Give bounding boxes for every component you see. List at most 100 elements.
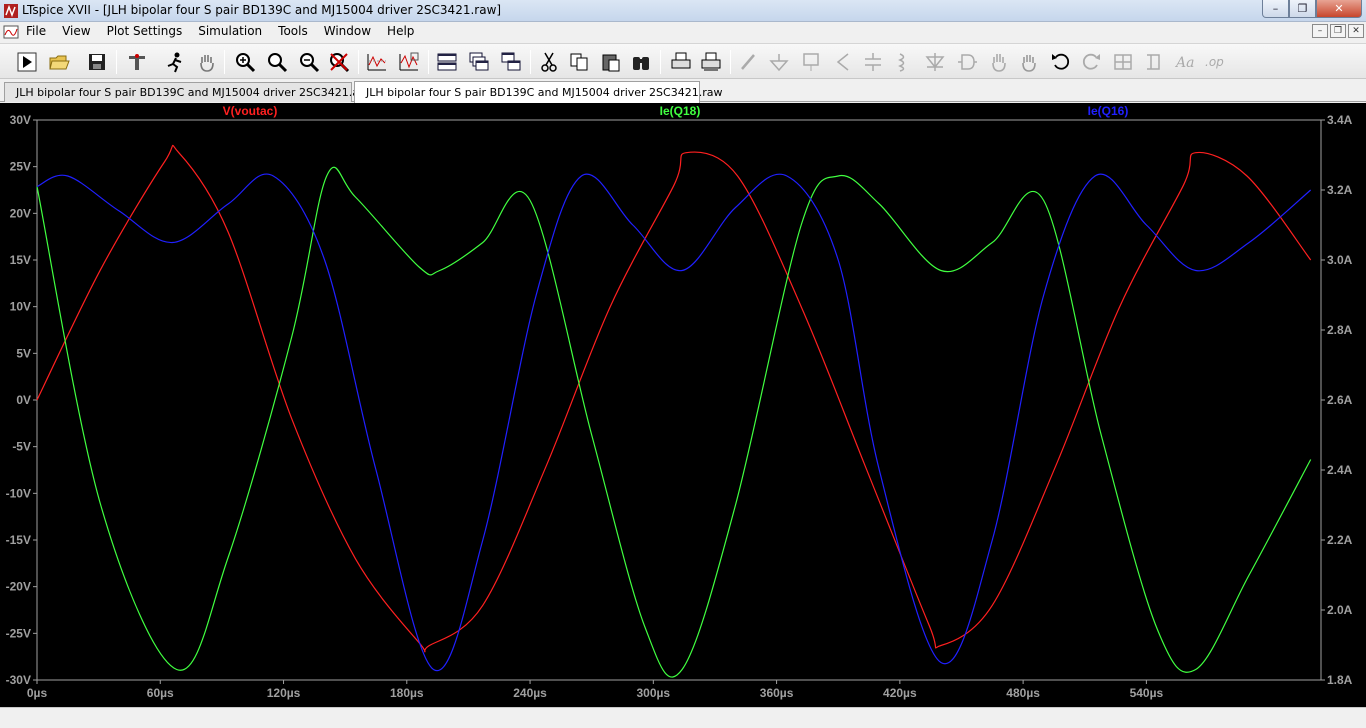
mdi-close-button[interactable]: ✕ xyxy=(1348,24,1364,38)
y-left-tick-label: -15V xyxy=(6,533,31,547)
window-title: LTspice XVII - [JLH bipolar four S pair … xyxy=(22,3,502,17)
x-tick-label: 180µs xyxy=(390,686,424,700)
minimize-button[interactable]: – xyxy=(1262,0,1289,18)
tab-waveform[interactable]: JLH bipolar four S pair BD139C and MJ150… xyxy=(354,81,722,103)
zoom-in-icon[interactable] xyxy=(232,49,258,75)
y-right-tick-label: 2.0A xyxy=(1327,603,1353,617)
paste-icon[interactable] xyxy=(598,49,624,75)
y-left-tick-label: -5V xyxy=(12,440,31,454)
ground-icon xyxy=(766,49,792,75)
menu-view[interactable]: View xyxy=(62,24,90,38)
document-icon[interactable] xyxy=(3,24,19,40)
x-tick-label: 120µs xyxy=(267,686,301,700)
inductor-icon xyxy=(890,49,916,75)
plot-frame xyxy=(36,119,1322,681)
autorange-icon[interactable] xyxy=(364,49,390,75)
zoom-out-icon[interactable] xyxy=(296,49,322,75)
y-left-tick-label: 10V xyxy=(10,300,31,314)
tab-label: JLH bipolar four S pair BD139C and MJ150… xyxy=(16,86,371,99)
x-tick-label: 60µs xyxy=(147,686,174,700)
menu-simulation[interactable]: Simulation xyxy=(198,24,262,38)
drag-icon xyxy=(1016,49,1042,75)
trace-ie-q18 xyxy=(36,166,1312,678)
title-bar: LTspice XVII - [JLH bipolar four S pair … xyxy=(0,0,1366,22)
y-right-tick-label: 3.2A xyxy=(1327,183,1353,197)
mdi-restore-button[interactable]: ❐ xyxy=(1330,24,1346,38)
y-right-tick-label: 3.0A xyxy=(1327,253,1353,267)
spice-directive-icon: .op xyxy=(1202,49,1228,75)
mirror-icon xyxy=(1140,49,1166,75)
trace-v-voutac xyxy=(36,144,1312,653)
y-left-tick-label: 30V xyxy=(10,113,31,127)
menu-file[interactable]: File xyxy=(26,24,46,38)
tile-vertical-icon[interactable] xyxy=(434,49,460,75)
y-left-tick-label: -25V xyxy=(6,626,31,640)
halt-icon[interactable] xyxy=(162,49,188,75)
status-bar xyxy=(0,707,1366,728)
y-left-tick-label: 20V xyxy=(10,206,31,220)
menu-plot-settings[interactable]: Plot Settings xyxy=(107,24,183,38)
label-net-icon xyxy=(798,49,824,75)
trace-title: Ie(Q16) xyxy=(1088,104,1129,118)
restore-button[interactable]: ❐ xyxy=(1289,0,1316,18)
menu-bar: File View Plot Settings Simulation Tools… xyxy=(0,22,1366,42)
y-right-tick-label: 2.2A xyxy=(1327,533,1353,547)
tab-label: JLH bipolar four S pair BD139C and MJ150… xyxy=(366,86,723,99)
save-icon[interactable] xyxy=(84,49,110,75)
x-tick-label: 360µs xyxy=(760,686,794,700)
zoom-cancel-icon[interactable] xyxy=(326,49,352,75)
open-icon[interactable] xyxy=(46,49,72,75)
close-button[interactable]: ✕ xyxy=(1316,0,1362,18)
y-left-tick-label: -20V xyxy=(6,580,31,594)
x-tick-label: 540µs xyxy=(1130,686,1164,700)
y-left-tick-label: 0V xyxy=(16,393,31,407)
capacitor-icon xyxy=(860,49,886,75)
toolbar: Aa .op xyxy=(0,43,1366,79)
print-setup-icon[interactable] xyxy=(698,49,724,75)
cut-icon[interactable] xyxy=(536,49,562,75)
resistor-icon xyxy=(830,49,856,75)
y-left-tick-label: -30V xyxy=(6,673,31,687)
x-tick-label: 240µs xyxy=(513,686,547,700)
menu-window[interactable]: Window xyxy=(324,24,371,38)
trace-title: Ie(Q18) xyxy=(660,104,701,118)
text-icon: Aa xyxy=(1172,49,1198,75)
run-icon[interactable] xyxy=(14,49,40,75)
pan-icon[interactable] xyxy=(194,49,220,75)
waveform-chart[interactable]: 30V 25V 20V 15V 10V 5V 0V -5V -10V -15V -20V -25V -3… xyxy=(0,103,1366,707)
y-left-tick-label: 5V xyxy=(16,346,31,360)
tab-schematic[interactable]: JLH bipolar four S pair BD139C and MJ150… xyxy=(4,82,371,102)
draw-wire-icon xyxy=(736,49,762,75)
tile-horizontal-icon[interactable] xyxy=(498,49,524,75)
undo-icon[interactable] xyxy=(1048,49,1074,75)
menu-tools[interactable]: Tools xyxy=(278,24,308,38)
x-tick-label: 300µs xyxy=(637,686,671,700)
component-icon xyxy=(954,49,980,75)
copy-icon[interactable] xyxy=(566,49,592,75)
document-tabs: JLH bipolar four S pair BD139C and MJ150… xyxy=(0,80,1366,103)
y-left-tick-label: 15V xyxy=(10,253,31,267)
redo-icon xyxy=(1078,49,1104,75)
x-tick-label: 0µs xyxy=(27,686,48,700)
y-right-tick-label: 1.8A xyxy=(1327,673,1353,687)
mdi-minimize-button[interactable]: – xyxy=(1312,24,1328,38)
zoom-full-icon[interactable] xyxy=(264,49,290,75)
pick-visible-traces-icon[interactable] xyxy=(396,49,422,75)
svg-text:Aa: Aa xyxy=(1174,55,1194,71)
y-left-tick-label: -10V xyxy=(6,486,31,500)
cascade-icon[interactable] xyxy=(466,49,492,75)
trace-title: V(voutac) xyxy=(223,104,278,118)
trace-ie-q16 xyxy=(36,173,1312,672)
diode-icon xyxy=(922,49,948,75)
y-right-tick-label: 3.4A xyxy=(1327,113,1353,127)
ltspice-window: LTspice XVII - [JLH bipolar four S pair … xyxy=(0,0,1366,728)
print-icon[interactable] xyxy=(668,49,694,75)
waveform-plot[interactable]: 30V 25V 20V 15V 10V 5V 0V -5V -10V -15V -20V -25V -3… xyxy=(0,103,1366,707)
y-right-tick-label: 2.8A xyxy=(1327,323,1353,337)
rotate-icon xyxy=(1110,49,1136,75)
find-icon[interactable] xyxy=(628,49,654,75)
svg-text:.op: .op xyxy=(1205,55,1224,69)
y-right-tick-label: 2.4A xyxy=(1327,463,1353,477)
menu-help[interactable]: Help xyxy=(387,24,414,38)
control-panel-icon[interactable] xyxy=(124,49,150,75)
